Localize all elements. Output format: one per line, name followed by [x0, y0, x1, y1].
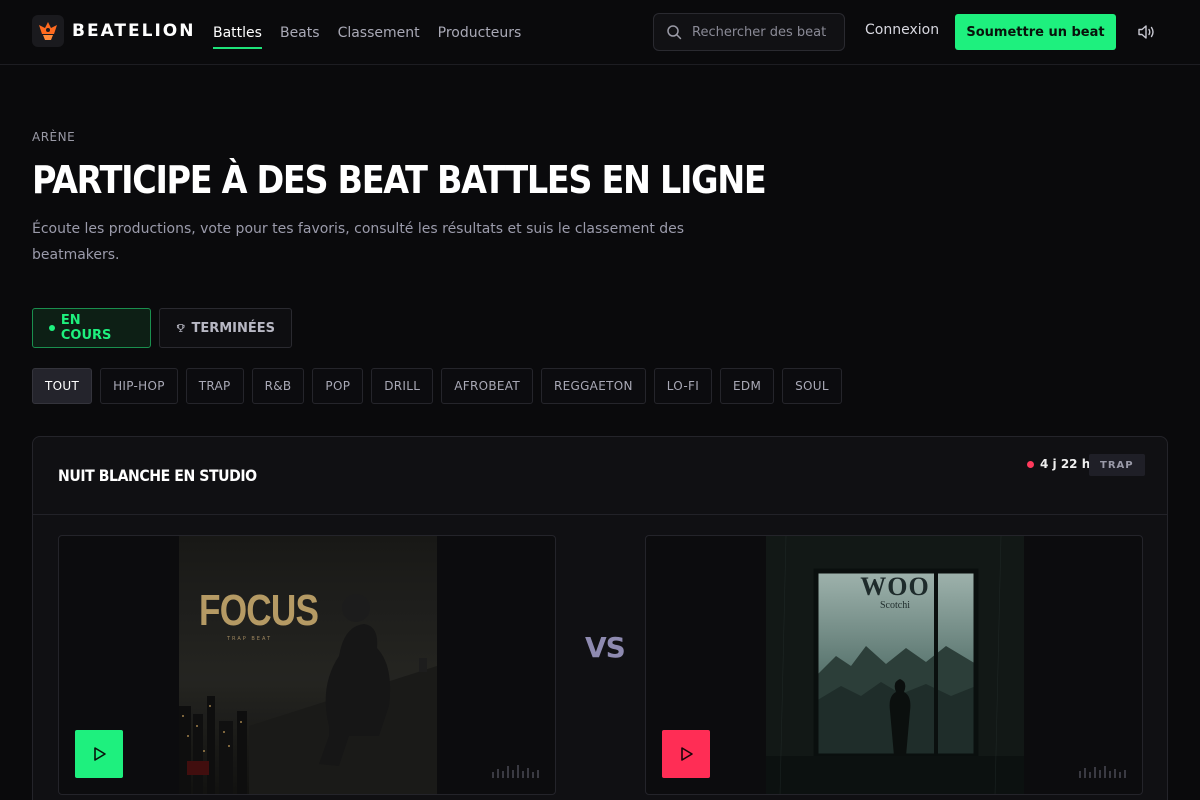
tab-terminees-label: TERMINÉES [191, 320, 275, 336]
time-left: 4 j 22 h [1040, 457, 1091, 471]
brand-name: BEATELION [72, 21, 196, 41]
submit-beat-button[interactable]: Soumettre un beat [955, 14, 1116, 50]
chip-lo-fi[interactable]: LO-FI [653, 368, 713, 404]
tab-terminees[interactable]: TERMINÉES [159, 308, 292, 348]
cover-title-b: WOO [860, 572, 930, 601]
genre-filter: TOUT HIP-HOP TRAP R&B POP DRILL AFROBEAT… [32, 368, 850, 404]
battle-entry-b[interactable]: WOO Scotchi [645, 535, 1143, 795]
nav-beats[interactable]: Beats [280, 0, 320, 65]
login-button[interactable]: Connexion [865, 22, 939, 38]
tab-en-cours[interactable]: EN COURS [32, 308, 151, 348]
brand-logo[interactable]: BEATELION [32, 15, 195, 47]
chip-drill[interactable]: DRILL [371, 368, 434, 404]
chip-trap[interactable]: TRAP [185, 368, 244, 404]
battle-entry-a[interactable]: FOCUS TRAP BEAT [58, 535, 556, 795]
cover-subtitle-b: Scotchi [880, 600, 910, 611]
play-icon [681, 747, 693, 761]
search-box[interactable] [653, 13, 845, 51]
battle-title: NUIT BLANCHE EN STUDIO [58, 466, 257, 485]
chip-rnb[interactable]: R&B [251, 368, 305, 404]
cover-art-a: FOCUS TRAP BEAT [179, 536, 437, 794]
trophy-icon [176, 324, 185, 332]
chip-afrobeat[interactable]: AFROBEAT [441, 368, 533, 404]
waveform-icon [492, 765, 539, 778]
genre-badge: TRAP [1089, 454, 1145, 476]
chip-pop[interactable]: POP [312, 368, 364, 404]
cover-title-a: FOCUS [199, 586, 319, 635]
chip-tout[interactable]: TOUT [32, 368, 93, 404]
chip-hip-hop[interactable]: HIP-HOP [100, 368, 178, 404]
live-dot-icon [49, 325, 55, 331]
speaker-icon[interactable] [1136, 22, 1156, 42]
vs-label: VS [585, 631, 626, 664]
tab-en-cours-label: EN COURS [60, 313, 112, 343]
cover-art-b: WOO Scotchi [766, 536, 1024, 794]
battle-card-header: NUIT BLANCHE EN STUDIO 4 j 22 h TRAP [33, 437, 1167, 515]
nav-battles[interactable]: Battles [213, 0, 262, 65]
chip-reggaeton[interactable]: REGGAETON [540, 368, 646, 404]
waveform-icon [1079, 766, 1126, 778]
play-button-a[interactable] [75, 730, 123, 778]
search-icon [667, 25, 682, 40]
chip-edm[interactable]: EDM [720, 368, 775, 404]
nav-classement[interactable]: Classement [338, 0, 420, 65]
battle-timer: 4 j 22 h [1027, 457, 1090, 471]
search-input[interactable] [692, 24, 832, 40]
cover-subtitle-a: TRAP BEAT [227, 636, 273, 642]
section-eyebrow: ARÈNE [32, 130, 76, 144]
play-icon [94, 747, 106, 761]
chip-soul[interactable]: SOUL [782, 368, 842, 404]
page-subtitle: Écoute les productions, vote pour tes fa… [32, 221, 685, 263]
main-nav: Battles Beats Classement Producteurs [213, 0, 539, 65]
nav-producteurs[interactable]: Producteurs [438, 0, 522, 65]
play-button-b[interactable] [662, 730, 710, 778]
battle-card[interactable]: NUIT BLANCHE EN STUDIO 4 j 22 h TRAP FOC… [32, 436, 1168, 800]
page-title: PARTICIPE À DES BEAT BATTLES EN LIGNE [32, 158, 767, 202]
live-dot-icon [1027, 460, 1034, 468]
top-header: BEATELION Battles Beats Classement Produ… [0, 0, 1200, 65]
flame-crown-icon [32, 15, 64, 47]
